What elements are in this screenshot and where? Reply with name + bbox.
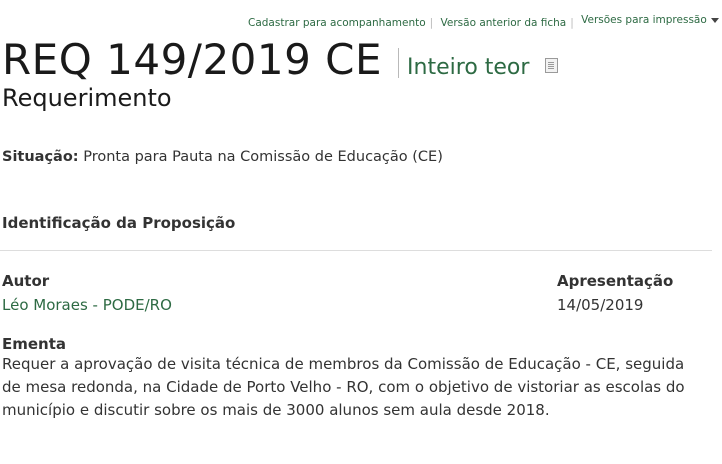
- pdf-icon[interactable]: [545, 58, 559, 73]
- versoes-impressao-link[interactable]: Versões para impressão: [581, 14, 707, 26]
- ementa-text: Requer a aprovação de visita técnica de …: [2, 355, 685, 419]
- identificacao-heading: Identificação da Proposição: [2, 214, 236, 232]
- cadastrar-acompanhamento-link[interactable]: Cadastrar para acompanhamento: [248, 17, 426, 29]
- situacao-label: Situação:: [2, 149, 79, 165]
- apresentacao-value: 14/05/2019: [557, 296, 644, 314]
- autor-link[interactable]: Léo Moraes - PODE/RO: [2, 296, 172, 314]
- page-title: REQ 149/2019 CE: [2, 35, 383, 84]
- situacao-value: Pronta para Pauta na Comissão de Educaçã…: [83, 149, 443, 165]
- ementa-label: Ementa: [2, 335, 67, 353]
- caret-down-icon[interactable]: [710, 17, 719, 23]
- autor-block: Autor Léo Moraes - PODE/RO: [2, 272, 172, 314]
- apresentacao-label: Apresentação: [557, 272, 674, 290]
- inteiro-teor-link[interactable]: Inteiro teor: [407, 55, 529, 80]
- page-subtitle: Requerimento: [2, 84, 172, 112]
- situacao-row: Situação: Pronta para Pauta na Comissão …: [2, 149, 443, 165]
- versoes-impressao-dropdown[interactable]: Versões para impressão: [581, 14, 719, 26]
- separator: |: [429, 17, 434, 29]
- versao-anterior-link[interactable]: Versão anterior da ficha: [441, 17, 567, 29]
- autor-label: Autor: [2, 272, 50, 290]
- ementa-block: Ementa Requer a aprovação de visita técn…: [2, 335, 702, 422]
- section-divider: [0, 250, 712, 251]
- top-links: Cadastrar para acompanhamento | Versão an…: [248, 14, 722, 29]
- apresentacao-block: Apresentação 14/05/2019: [557, 272, 673, 314]
- title-row: REQ 149/2019 CE Inteiro teor: [2, 35, 559, 84]
- separator: |: [570, 17, 574, 29]
- vertical-divider: [398, 48, 400, 78]
